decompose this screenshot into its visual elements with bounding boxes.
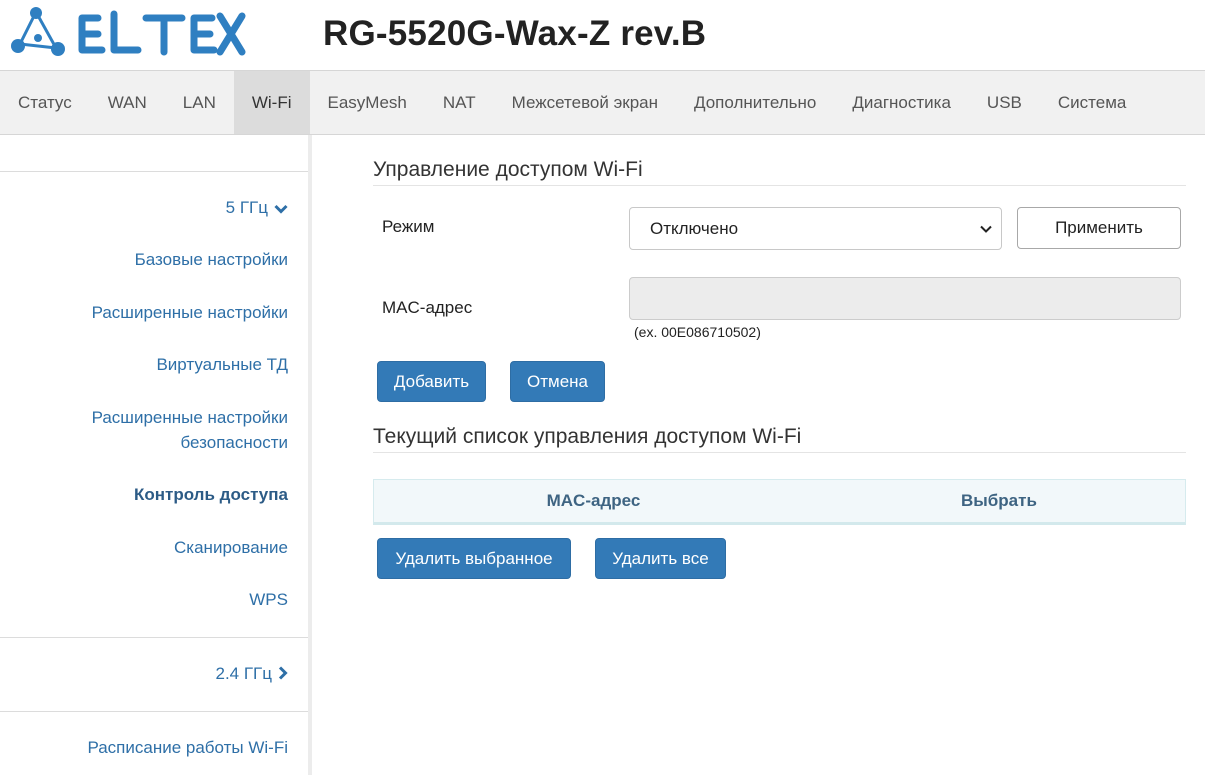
- top-navigation: Статус WAN LAN Wi-Fi EasyMesh NAT Межсет…: [0, 70, 1205, 135]
- eltex-logo-graphic: [11, 7, 246, 56]
- nav-tab-wifi[interactable]: Wi-Fi: [233, 71, 310, 134]
- nav-tab-wan[interactable]: WAN: [90, 71, 165, 134]
- device-title: RG-5520G-Wax-Z rev.B: [323, 14, 707, 53]
- nav-tab-firewall[interactable]: Межсетевой экран: [494, 71, 676, 134]
- chevron-down-icon: [274, 196, 288, 221]
- sidebar-group-24ghz[interactable]: 2.4 ГГц: [8, 661, 288, 687]
- nav-tab-lan[interactable]: LAN: [165, 71, 234, 134]
- sidebar-group-5ghz[interactable]: 5 ГГц: [8, 195, 288, 221]
- column-header-select: Выбрать: [961, 491, 1037, 510]
- sidebar-item-basic-settings[interactable]: Базовые настройки: [8, 247, 288, 272]
- sidebar: 5 ГГц Базовые настройки Расширенные наст…: [0, 135, 312, 775]
- mac-address-label: MAC-адрес: [382, 298, 473, 317]
- mac-address-hint: (ex. 00E086710502): [634, 324, 761, 340]
- sidebar-divider: [0, 171, 308, 172]
- sidebar-item-wifi-schedule[interactable]: Расписание работы Wi-Fi: [8, 735, 288, 760]
- sidebar-divider: [0, 637, 308, 638]
- sidebar-item-virtual-ap[interactable]: Виртуальные ТД: [8, 352, 288, 377]
- sidebar-group-24ghz-label: 2.4 ГГц: [215, 664, 272, 683]
- mode-select-value: Отключено: [650, 218, 739, 238]
- delete-selected-button[interactable]: Удалить выбранное: [377, 538, 571, 579]
- apply-button[interactable]: Применить: [1017, 207, 1181, 249]
- nav-tab-nat[interactable]: NAT: [425, 71, 494, 134]
- delete-all-button[interactable]: Удалить все: [595, 538, 726, 579]
- sidebar-divider: [0, 711, 308, 712]
- header: RG-5520G-Wax-Z rev.B: [0, 0, 1205, 70]
- chevron-down-icon: [979, 221, 993, 241]
- sidebar-item-advanced-settings[interactable]: Расширенные настройки: [8, 300, 288, 325]
- sidebar-item-access-control[interactable]: Контроль доступа: [8, 482, 288, 507]
- add-button[interactable]: Добавить: [377, 361, 486, 402]
- mac-address-input[interactable]: [629, 277, 1181, 320]
- mode-label: Режим: [382, 217, 435, 236]
- mode-select[interactable]: Отключено: [629, 207, 1002, 250]
- nav-tab-advanced[interactable]: Дополнительно: [676, 71, 834, 134]
- nav-tab-easymesh[interactable]: EasyMesh: [310, 71, 425, 134]
- access-list-table-header: MAC-адрес Выбрать: [373, 479, 1186, 525]
- nav-tab-diagnostics[interactable]: Диагностика: [834, 71, 969, 134]
- sidebar-item-wps[interactable]: WPS: [8, 587, 288, 612]
- nav-tab-usb[interactable]: USB: [969, 71, 1040, 134]
- nav-tab-status[interactable]: Статус: [0, 71, 90, 134]
- column-header-mac: MAC-адрес: [546, 491, 641, 510]
- sidebar-item-advanced-security[interactable]: Расширенные настройки безопасности: [8, 405, 288, 455]
- sidebar-group-5ghz-label: 5 ГГц: [225, 198, 268, 217]
- access-control-title: Управление доступом Wi-Fi: [373, 158, 1186, 186]
- nav-tab-system[interactable]: Система: [1040, 71, 1144, 134]
- cancel-button[interactable]: Отмена: [510, 361, 605, 402]
- eltex-logo[interactable]: [6, 4, 246, 62]
- chevron-right-icon: [278, 662, 288, 687]
- current-list-title: Текущий список управления доступом Wi-Fi: [373, 425, 1186, 453]
- sidebar-item-scanning[interactable]: Сканирование: [8, 535, 288, 560]
